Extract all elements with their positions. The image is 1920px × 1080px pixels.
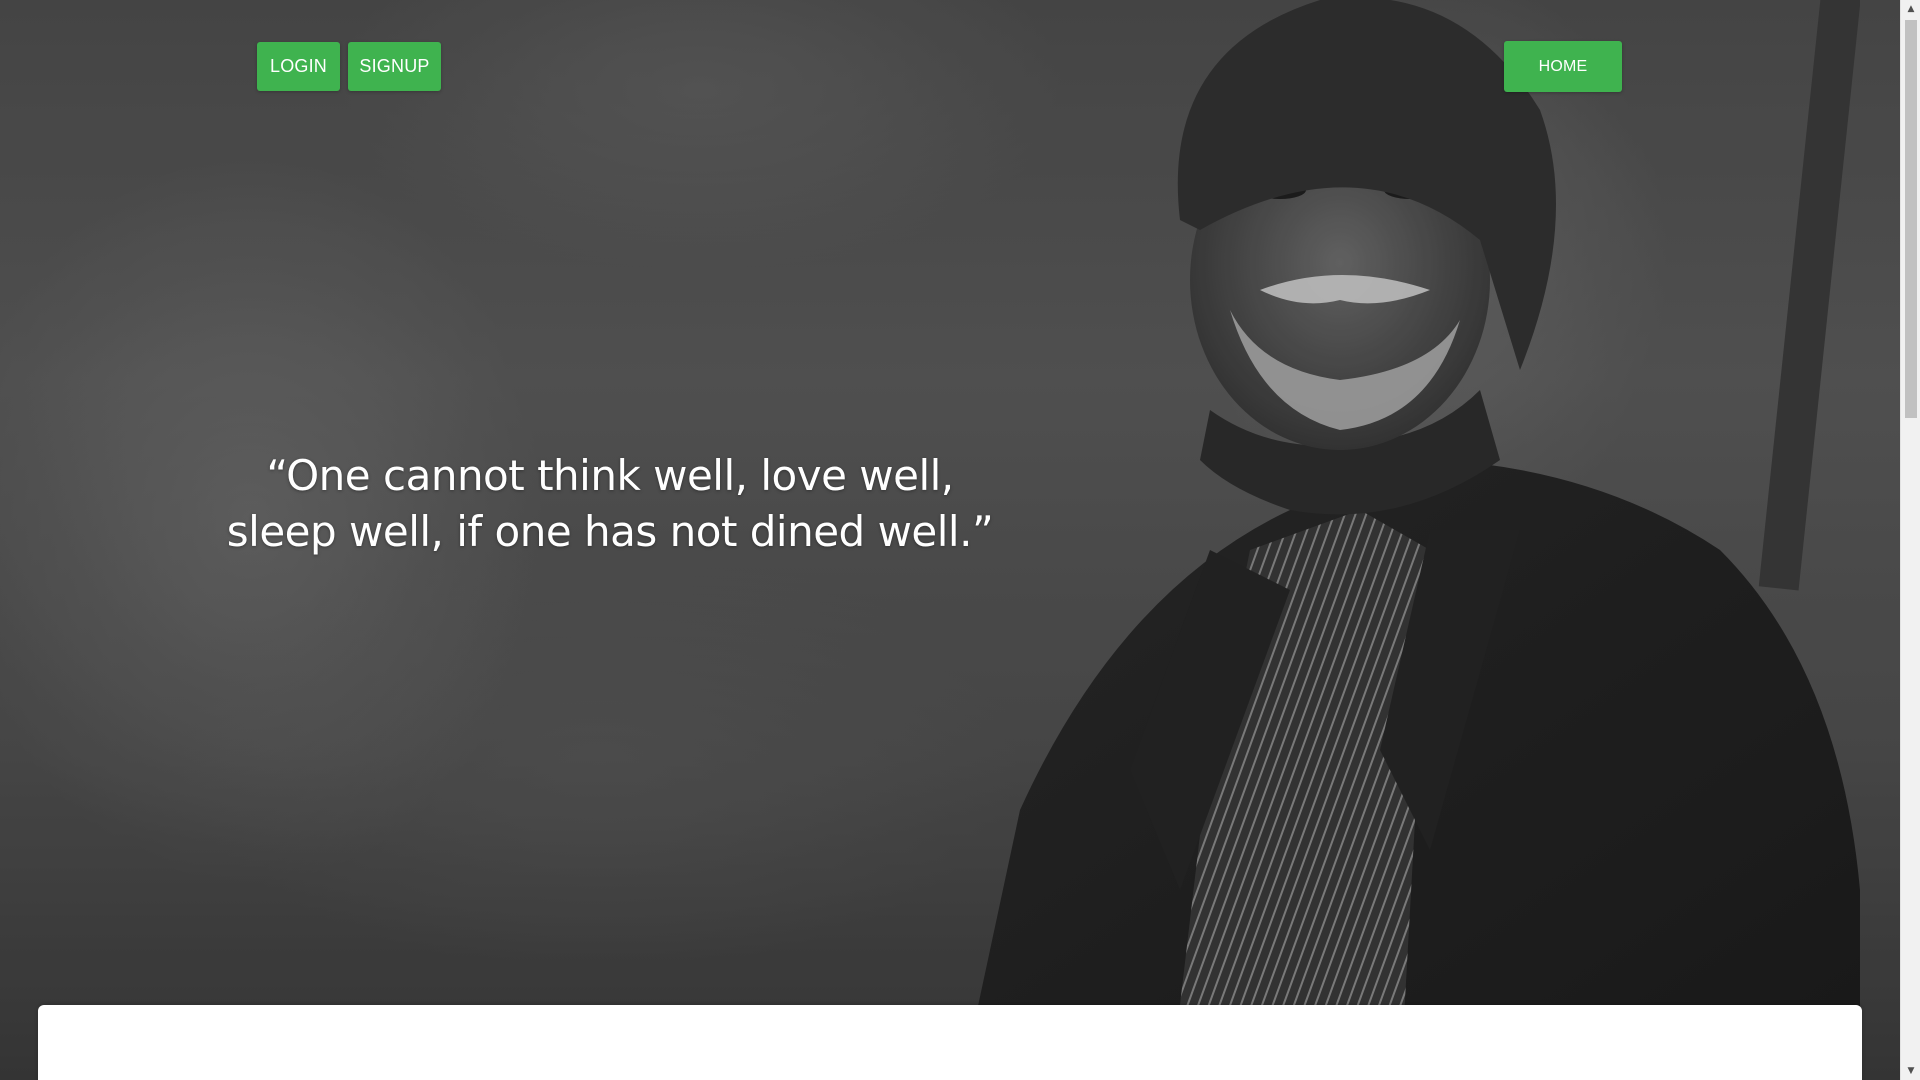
vertical-scrollbar[interactable]: ▲ ▼ — [1900, 0, 1920, 1080]
triangle-up-icon[interactable]: ▲ — [1901, 0, 1920, 18]
page: LOGIN SIGNUP HOME “One cannot think well… — [0, 0, 1920, 1080]
content-card — [38, 1005, 1862, 1080]
login-button[interactable]: LOGIN — [257, 42, 340, 91]
signup-button[interactable]: SIGNUP — [348, 42, 441, 91]
hero-quote-line-1: “One cannot think well, love well, — [266, 451, 954, 500]
hero-quote-line-2: sleep well, if one has not dined well.” — [226, 507, 994, 556]
hero-quote: “One cannot think well, love well, sleep… — [200, 448, 1020, 560]
scrollbar-thumb[interactable] — [1905, 20, 1917, 418]
home-button[interactable]: HOME — [1504, 41, 1622, 92]
triangle-down-icon[interactable]: ▼ — [1901, 1062, 1920, 1080]
